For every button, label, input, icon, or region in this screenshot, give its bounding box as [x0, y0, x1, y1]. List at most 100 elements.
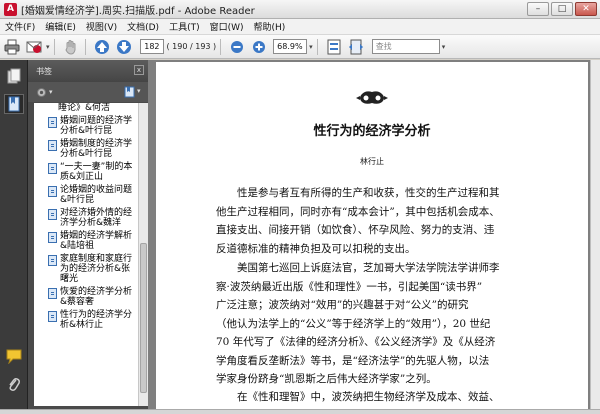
document-scrollbar[interactable]: [590, 60, 600, 409]
email-icon[interactable]: [24, 37, 44, 57]
bookmark-item[interactable]: 婚姻问题的经济学分析&叶行昆: [34, 116, 138, 136]
text-line: 美国第七巡回上诉庭法官，芝加哥大学法学院法学讲师李: [237, 262, 500, 274]
email-dropdown-icon[interactable]: ▾: [46, 43, 50, 51]
toolbar-separator: [316, 38, 318, 55]
menu-window[interactable]: 窗口(W): [205, 20, 249, 33]
bookmark-page-icon: [48, 209, 57, 220]
window-controls: – □ ✕: [527, 2, 597, 16]
bookmark-dropdown-icon[interactable]: ▾: [137, 87, 141, 95]
text-line: 直接支出、间接开销（如饮食）、怀孕风险、努力的支消、违: [216, 224, 495, 236]
maximize-button[interactable]: □: [551, 2, 573, 16]
text-line: 在《性和理智》中，波茨纳把生物经济学及成本、效益、: [237, 391, 500, 403]
document-author: 林行止: [360, 157, 384, 166]
bookmark-item[interactable]: 对经济婚外情的经济学分析&魏洋: [34, 208, 138, 228]
window-title: [婚姻爱情经济学].周实.扫描版.pdf - Adobe Reader: [21, 5, 255, 17]
status-bar: [0, 409, 600, 414]
bookmark-item[interactable]: 家庭制度和家庭行为的经济分析&张曙光: [34, 254, 138, 284]
panel-close-button[interactable]: x: [134, 65, 144, 75]
text-line: 性是参与者互有所得的生产和收获，性交的生产过程和其: [237, 187, 500, 199]
bookmark-item[interactable]: 恢爱的经济学分析&蔡容奢: [34, 287, 138, 307]
bookmark-page-icon: [48, 140, 57, 151]
bookmark-page-icon: [48, 288, 57, 299]
adobe-reader-icon: A: [4, 2, 17, 16]
options-gear-icon[interactable]: [36, 87, 47, 98]
minimize-button[interactable]: –: [527, 2, 549, 16]
bookmark-item[interactable]: 婚姻的经济学解析&陆培祖: [34, 231, 138, 251]
zoom-input[interactable]: 68.9%: [273, 39, 308, 54]
menu-edit[interactable]: 编辑(E): [40, 20, 81, 33]
text-line: 察·波茨纳最近出版《性和理性》一书，引起美国“读书界”: [216, 280, 483, 293]
bookmark-label: 家庭制度和家庭行为的经济分析&张曙光: [60, 254, 133, 284]
text-line: 学家身份跻身“凯恩斯之后伟大经济学家”之列。: [216, 373, 437, 385]
bookmarks-icon[interactable]: [4, 94, 24, 114]
bookmark-label: 婚姻制度的经济学分析&叶行昆: [60, 139, 133, 159]
bookmark-item[interactable]: “一夫一妻”制的本质&刘正山: [34, 162, 138, 182]
paragraph: 美国第七巡回上诉庭法官，芝加哥大学法学院法学讲师李 察·波茨纳最近出版《性和理性…: [216, 259, 556, 389]
bookmark-label: 恢爱的经济学分析&蔡容奢: [60, 287, 133, 307]
menu-view[interactable]: 视图(V): [81, 20, 122, 33]
text-line: 学角度看反垄断法》等书，是“经济法学”的先驱人物，以法: [216, 354, 490, 367]
bookmark-list: 睡论》&何洁 婚姻问题的经济学分析&叶行昆 婚姻制度的经济学分析&叶行昆 “一夫…: [34, 103, 138, 406]
bookmark-item[interactable]: 睡论》&何洁: [34, 103, 138, 113]
toolbar-separator: [53, 38, 55, 55]
pages-icon[interactable]: [4, 66, 24, 86]
zoom-out-icon[interactable]: [227, 37, 247, 57]
document-area: 性行为的经济学分析 林行止 性是参与者互有所得的生产和收获，性交的生产过程和其 …: [148, 60, 600, 409]
paragraph: 性是参与者互有所得的生产和收获，性交的生产过程和其 他生产过程相同，同时亦有“成…: [216, 184, 556, 258]
toolbar-separator: [220, 38, 222, 55]
document-title: 性行为的经济学分析: [313, 124, 431, 139]
document-page: 性行为的经济学分析 林行止 性是参与者互有所得的生产和收获，性交的生产过程和其 …: [156, 62, 588, 409]
title-bar: A [婚姻爱情经济学].周实.扫描版.pdf - Adobe Reader – …: [0, 0, 600, 19]
text-line: 广泛注意；波茨纳对“效用”的兴趣甚于对“公义”的研究: [216, 299, 469, 311]
comment-icon[interactable]: [4, 346, 24, 366]
bookmark-scrollbar[interactable]: [138, 103, 148, 406]
navigation-strip: [0, 60, 28, 409]
menu-tools[interactable]: 工具(T): [164, 20, 205, 33]
bookmark-page-icon: [48, 232, 57, 243]
menu-help[interactable]: 帮助(H): [249, 20, 291, 33]
zoom-in-icon[interactable]: [249, 37, 269, 57]
ornament-icon: [356, 91, 388, 104]
search-dropdown-icon[interactable]: ▾: [442, 43, 446, 51]
bookmark-item[interactable]: 婚姻制度的经济学分析&叶行昆: [34, 139, 138, 159]
bookmark-label: 婚姻问题的经济学分析&叶行昆: [60, 116, 133, 136]
close-button[interactable]: ✕: [575, 2, 597, 16]
fit-page-icon[interactable]: [324, 37, 344, 57]
bookmarks-panel-toolbar: ▾ ▾: [28, 82, 148, 102]
page-up-icon[interactable]: [92, 37, 112, 57]
bookmark-page-icon: [48, 117, 57, 128]
bookmark-label: “一夫一妻”制的本质&刘正山: [60, 162, 133, 182]
toolbar: ▾ 182 ( 190 / 193 ) 68.9% ▾ 查找 ▾: [0, 35, 600, 59]
new-bookmark-icon[interactable]: [124, 86, 135, 98]
bookmark-page-icon: [48, 163, 57, 174]
bookmarks-panel: 书签 x ▾ ▾ 睡论》&何洁 婚姻问题的经济学分析&叶行昆 婚姻制度的经济学分…: [28, 60, 148, 409]
attachment-icon[interactable]: [4, 374, 24, 394]
page-number-input[interactable]: 182: [139, 39, 164, 54]
bookmark-item[interactable]: 性行为的经济学分析&林行止: [34, 310, 138, 330]
bookmark-page-icon: [48, 186, 57, 197]
fit-width-icon[interactable]: [346, 37, 366, 57]
print-icon[interactable]: [2, 37, 22, 57]
text-line: （他认为法学上的“公义”等于经济学上的“效用”），20 世纪: [216, 317, 491, 330]
zoom-dropdown-icon[interactable]: ▾: [309, 43, 313, 51]
menu-bar: 文件(F) 编辑(E) 视图(V) 文档(D) 工具(T) 窗口(W) 帮助(H…: [0, 19, 600, 35]
bookmark-item[interactable]: 论婚姻的收益问题&叶行昆: [34, 185, 138, 205]
menu-file[interactable]: 文件(F): [0, 20, 40, 33]
menu-document[interactable]: 文档(D): [122, 20, 164, 33]
page-count: ( 190 / 193 ): [166, 42, 217, 51]
bookmark-scrollbar-thumb[interactable]: [140, 243, 147, 393]
search-input[interactable]: 查找: [371, 39, 440, 54]
options-dropdown-icon[interactable]: ▾: [49, 88, 53, 96]
bookmarks-panel-title: 书签: [36, 66, 52, 76]
bookmarks-panel-header: 书签 x: [28, 60, 148, 82]
toolbar-separator: [84, 38, 86, 55]
bookmark-label: 睡论》&何洁: [58, 103, 111, 113]
page-down-icon[interactable]: [114, 37, 134, 57]
hand-icon[interactable]: [61, 37, 81, 57]
bookmark-page-icon: [48, 255, 57, 266]
bookmark-label: 婚姻的经济学解析&陆培祖: [60, 231, 133, 251]
bookmark-label: 论婚姻的收益问题&叶行昆: [60, 185, 133, 205]
text-line: 他生产过程相同，同时亦有“成本会计”，其中包括机会成本、: [216, 205, 500, 218]
bookmark-page-icon: [48, 311, 57, 322]
text-line: 反道德标准的精神负担及可以扣税的支出。: [216, 242, 416, 255]
